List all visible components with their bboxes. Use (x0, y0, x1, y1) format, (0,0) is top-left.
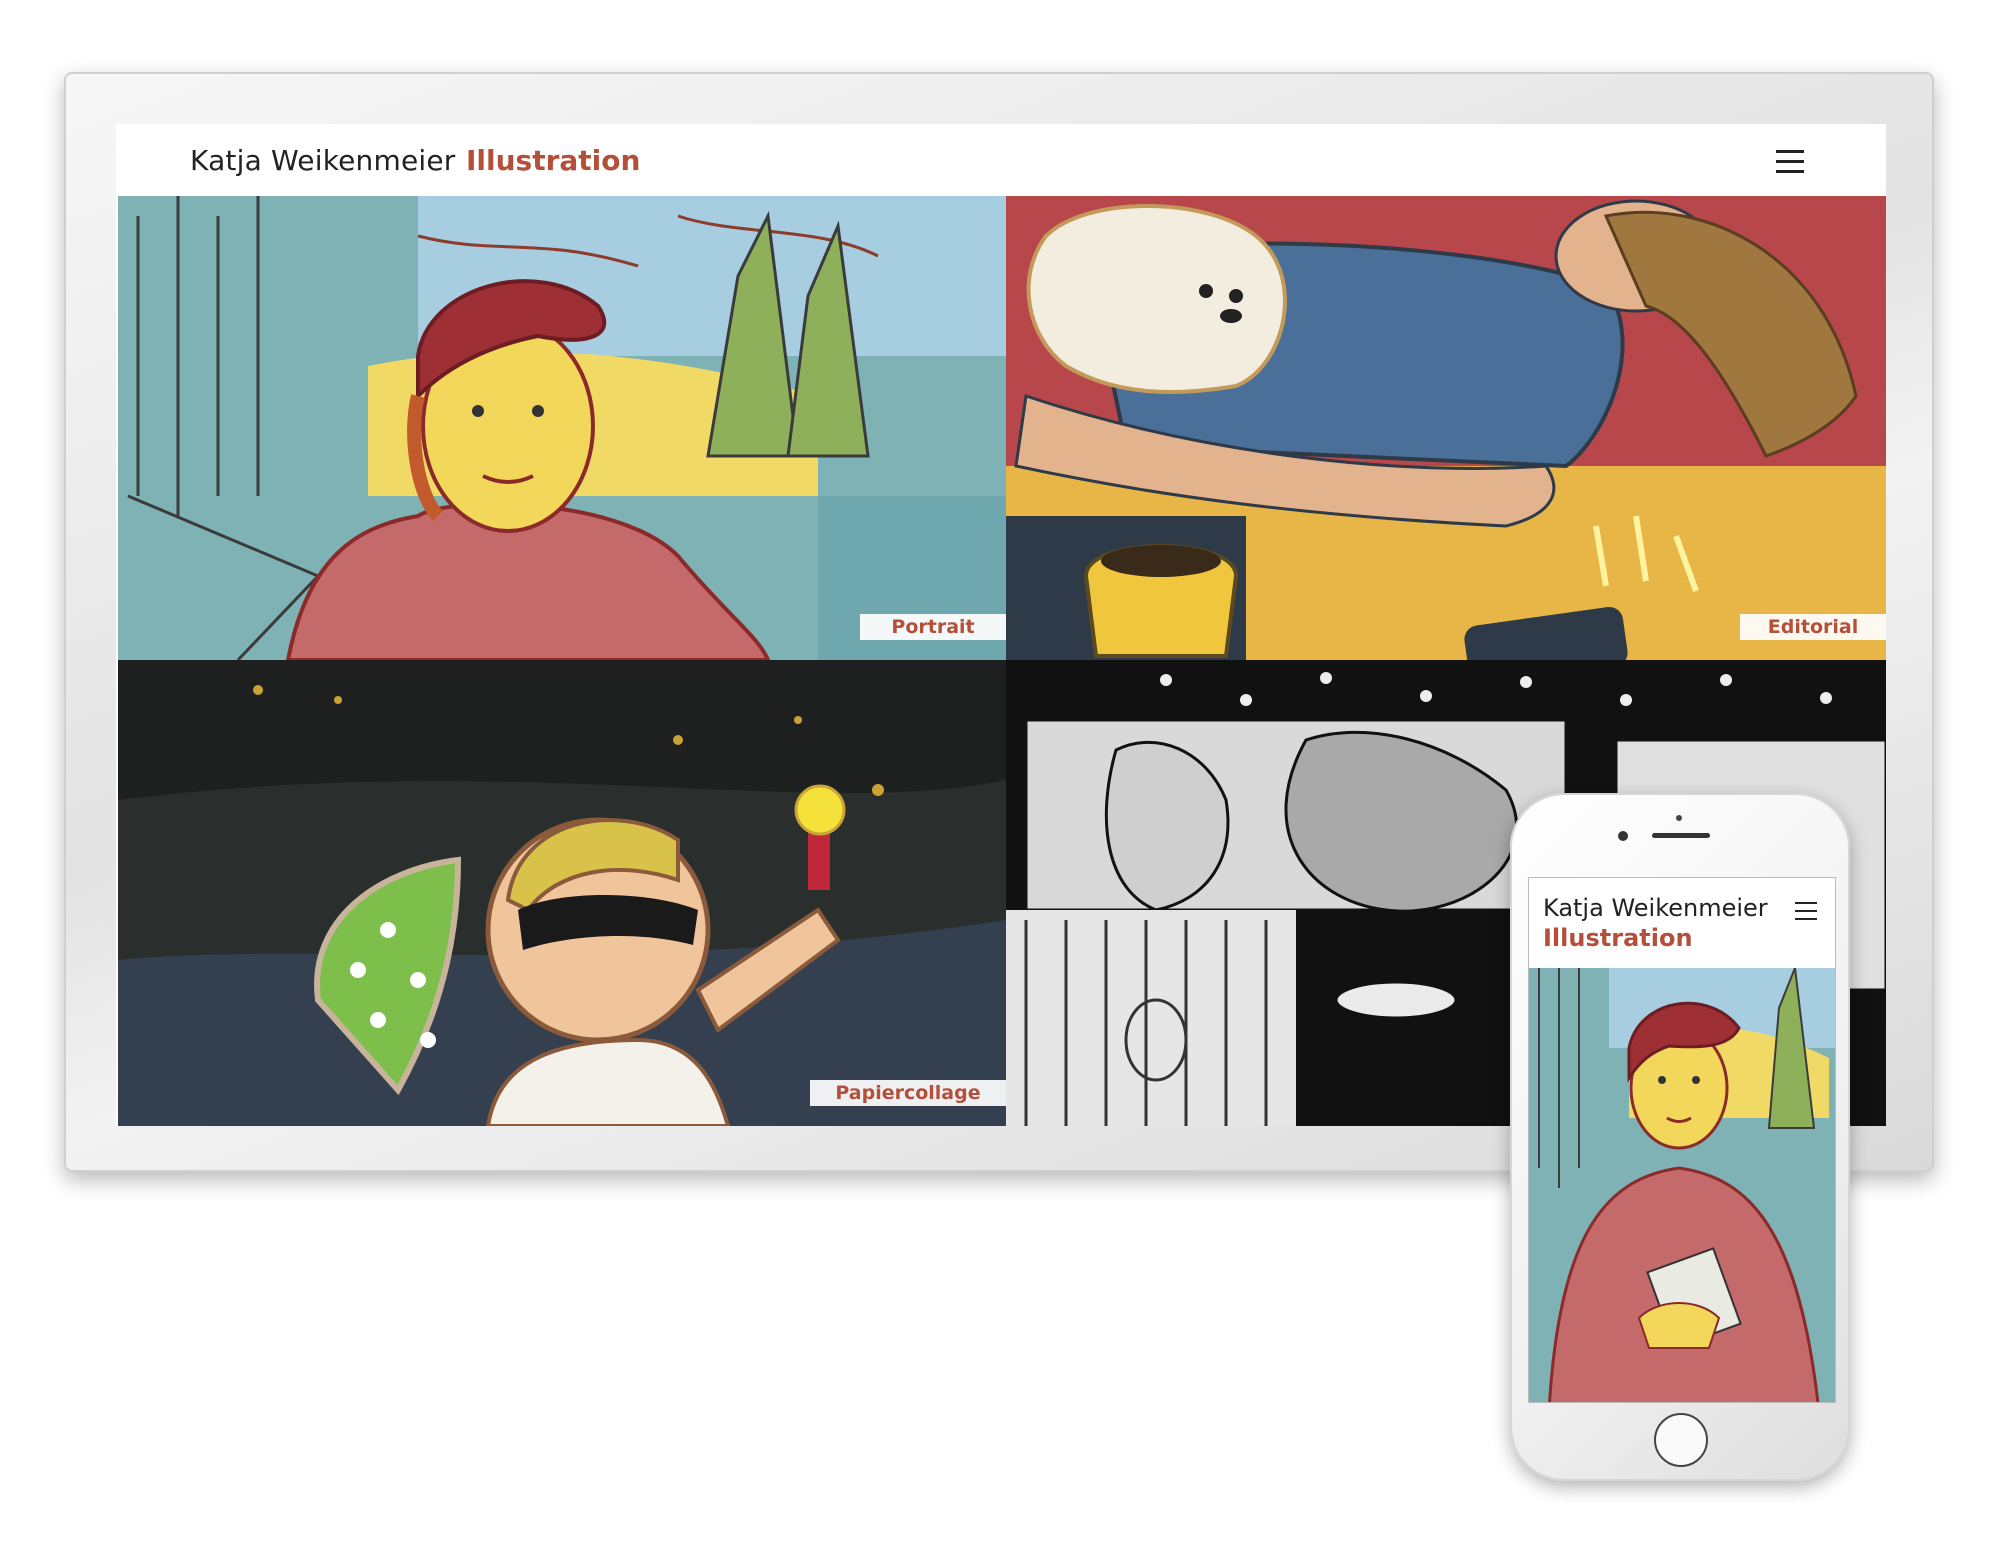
mobile-brand-subtitle[interactable]: Illustration (1543, 924, 1693, 952)
brand-subtitle[interactable]: Illustration (466, 144, 640, 177)
mobile-portrait-illustration[interactable] (1529, 968, 1835, 1403)
gallery-tile-papiercollage[interactable]: Papiercollage (118, 660, 1006, 1126)
phone-home-button[interactable] (1654, 1413, 1708, 1467)
mobile-phone-frame: Katja Weikenmeier Illustration (1510, 793, 1850, 1481)
hamburger-menu-icon[interactable] (1776, 150, 1804, 174)
category-label-editorial[interactable]: Editorial (1740, 614, 1886, 640)
brand-name[interactable]: Katja Weikenmeier (190, 144, 456, 177)
phone-sensor-dot (1676, 815, 1682, 821)
gallery-tile-portrait[interactable]: Portrait (118, 196, 1006, 660)
mobile-brand-name[interactable]: Katja Weikenmeier (1543, 894, 1768, 922)
gallery-tile-editorial[interactable]: Editorial (1006, 196, 1886, 660)
portrait-illustration (118, 196, 1006, 660)
editorial-illustration (1006, 196, 1886, 660)
category-label-papiercollage[interactable]: Papiercollage (810, 1080, 1006, 1106)
mobile-website: Katja Weikenmeier Illustration (1528, 877, 1836, 1403)
category-label-portrait[interactable]: Portrait (860, 614, 1006, 640)
phone-camera-icon (1618, 831, 1628, 841)
mobile-hamburger-menu-icon[interactable] (1795, 902, 1817, 922)
site-header: Katja Weikenmeier Illustration (116, 124, 1886, 194)
papiercollage-illustration (118, 660, 1006, 1126)
phone-speaker (1652, 833, 1710, 838)
